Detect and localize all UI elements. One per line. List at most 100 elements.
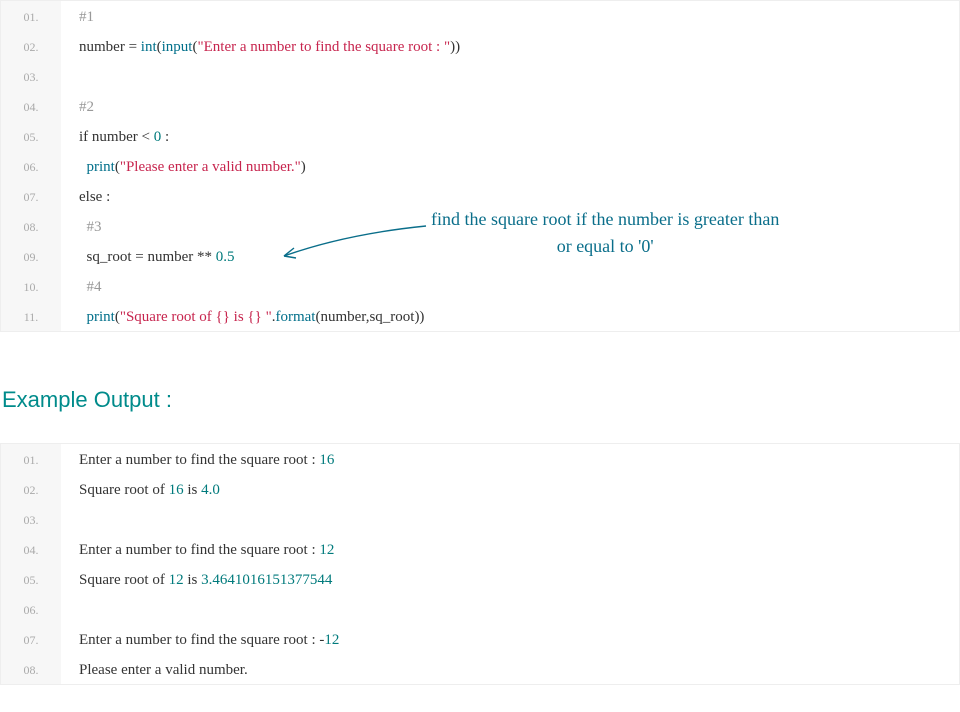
line-number: 09.: [1, 241, 61, 271]
code-line: 07.Enter a number to find the square roo…: [1, 624, 959, 654]
line-number: 01.: [1, 1, 61, 31]
code-line: 04.Enter a number to find the square roo…: [1, 534, 959, 564]
code-content: Enter a number to find the square root :…: [61, 536, 334, 564]
code-token: Square root of: [79, 482, 169, 498]
code-token: :: [106, 189, 110, 205]
code-token: sq_root: [79, 249, 135, 265]
code-content: Enter a number to find the square root :…: [61, 626, 339, 654]
code-token: 12: [169, 572, 184, 588]
code-line: 01. #1: [1, 1, 959, 31]
code-token: is: [184, 482, 202, 498]
code-token: print: [87, 159, 115, 175]
code-token: Square root of: [79, 572, 169, 588]
code-token: is: [184, 572, 202, 588]
code-token: [79, 279, 87, 295]
code-token: int: [141, 39, 157, 55]
line-number: 08.: [1, 654, 61, 684]
code-block-1: 01. #1 02.number = int(input("Enter a numb…: [0, 0, 960, 332]
code-token: 12: [324, 632, 339, 648]
code-content: Square root of 16 is 4.0: [61, 476, 220, 504]
code-token: Enter a number to find the square root: [79, 452, 311, 468]
code-line: 04. #2: [1, 91, 959, 121]
code-line: 02.Square root of 16 is 4.0: [1, 474, 959, 504]
code-token: input: [162, 39, 193, 55]
code-block-2: 01.Enter a number to find the square roo…: [0, 443, 960, 685]
code-token: sq_root: [369, 309, 414, 325]
code-line: 05.Square root of 12 is 3.46410161513775…: [1, 564, 959, 594]
code-token: 4.0: [201, 482, 220, 498]
line-number: 07.: [1, 624, 61, 654]
code-line: 03.: [1, 504, 959, 534]
code-token: [79, 219, 87, 235]
line-number: 06.: [1, 594, 61, 624]
code-content: sq_root = number ** 0.5: [61, 243, 235, 271]
code-token: else: [79, 189, 102, 205]
code-token: [79, 159, 87, 175]
line-number: 05.: [1, 564, 61, 594]
code-token: )): [450, 39, 460, 55]
code-token: 3.4641016151377544: [201, 572, 332, 588]
code-content: print("Please enter a valid number."): [61, 153, 306, 181]
code-token: "Enter a number to find the square root …: [197, 39, 450, 55]
code-token: #1: [79, 9, 94, 25]
code-token: Enter a number to find the square root: [79, 632, 311, 648]
code-token: number: [88, 129, 141, 145]
line-number: 07.: [1, 181, 61, 211]
code-token: "Please enter a valid number.": [120, 159, 301, 175]
code-token: format: [275, 309, 315, 325]
code-content: #4: [61, 273, 102, 301]
code-line: 05.if number < 0 :: [1, 121, 959, 151]
code-content: Square root of 12 is 3.4641016151377544: [61, 566, 332, 594]
code-token: 16: [319, 452, 334, 468]
code-token: #4: [87, 279, 102, 295]
line-number: 02.: [1, 31, 61, 61]
example-output-heading: Example Output :: [0, 387, 960, 413]
code-content: if number < 0 :: [61, 123, 169, 151]
code-line: 08.Please enter a valid number.: [1, 654, 959, 684]
code-token: =: [129, 39, 137, 55]
line-number: 06.: [1, 151, 61, 181]
code-token: print: [87, 309, 115, 325]
code-token: 12: [319, 542, 334, 558]
code-token: **: [197, 249, 212, 265]
code-line: 08. #3: [1, 211, 959, 241]
line-number: 03.: [1, 61, 61, 91]
line-number: 05.: [1, 121, 61, 151]
line-number: 08.: [1, 211, 61, 241]
code-line: 02.number = int(input("Enter a number to…: [1, 31, 959, 61]
code-content: Enter a number to find the square root :…: [61, 446, 334, 474]
code-token: Enter a number to find the square root: [79, 542, 311, 558]
code-token: "Square root of {} is {} ": [120, 309, 272, 325]
code-token: #3: [87, 219, 102, 235]
code-line: 03.: [1, 61, 959, 91]
code-token: 0.5: [216, 249, 235, 265]
code-content: Please enter a valid number.: [61, 656, 248, 684]
code-content: #1: [61, 3, 94, 31]
line-number: 11.: [1, 301, 61, 331]
code-token: #2: [79, 99, 94, 115]
code-line: 06. print("Please enter a valid number."…: [1, 151, 959, 181]
line-number: 02.: [1, 474, 61, 504]
code-token: =: [135, 249, 143, 265]
code-token: <: [142, 129, 150, 145]
code-line: 09. sq_root = number ** 0.5: [1, 241, 959, 271]
code-content: #2: [61, 93, 94, 121]
line-number: 01.: [1, 444, 61, 474]
code-line: 01.Enter a number to find the square roo…: [1, 444, 959, 474]
line-number: 04.: [1, 91, 61, 121]
code-token: )): [414, 309, 424, 325]
code-content: else :: [61, 183, 110, 211]
code-token: number: [144, 249, 197, 265]
code-content: #3: [61, 213, 102, 241]
code-line: 07.else :: [1, 181, 959, 211]
code-token: 16: [169, 482, 184, 498]
code-token: if: [79, 129, 88, 145]
code-line: 06.: [1, 594, 959, 624]
code-token: [79, 309, 87, 325]
code-token: .: [244, 662, 248, 678]
code-content: number = int(input("Enter a number to fi…: [61, 33, 460, 61]
code-token: ): [301, 159, 306, 175]
code-line: 10. #4: [1, 271, 959, 301]
line-number: 03.: [1, 504, 61, 534]
code-token: number: [320, 309, 365, 325]
